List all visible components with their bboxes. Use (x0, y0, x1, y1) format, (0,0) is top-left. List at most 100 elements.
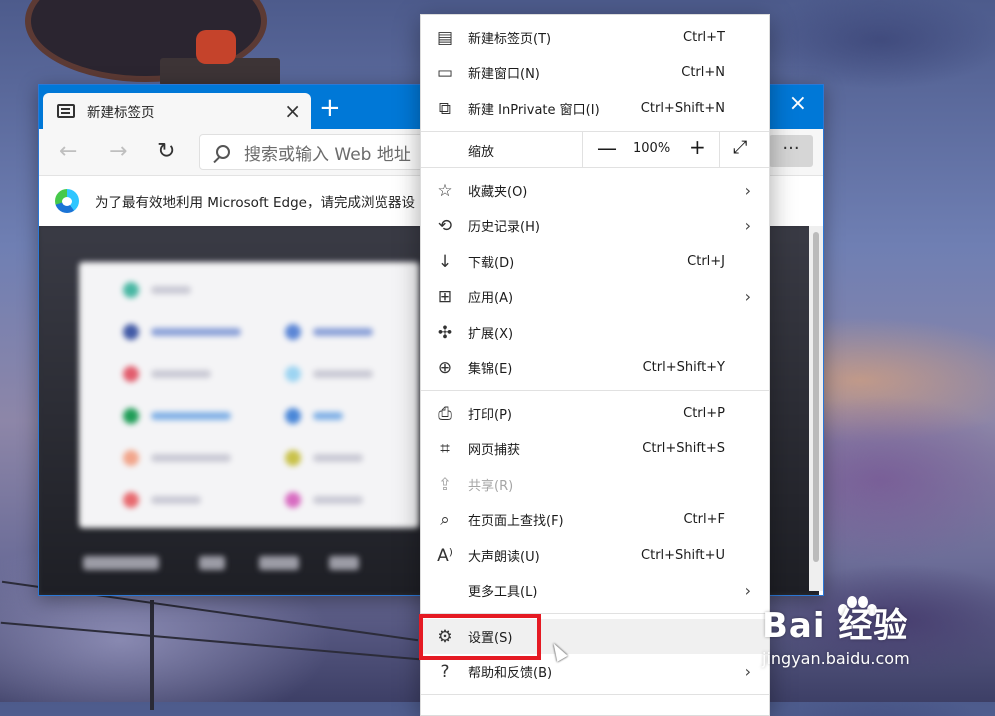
chevron-right-icon: › (744, 662, 751, 681)
watermark-brand: Bai 经验 (762, 606, 909, 646)
menu-item-share[interactable]: ⇪ 共享(R) (421, 467, 769, 502)
highlight-box-settings (419, 614, 541, 660)
menu-item-label: 网页捕获 (468, 443, 521, 458)
menu-item-more-tools[interactable]: 更多工具(L) › (421, 573, 769, 608)
menu-item-label: 新建窗口(N) (468, 67, 540, 82)
page-scrollbar[interactable] (809, 226, 823, 591)
menu-divider (421, 167, 769, 168)
refresh-button[interactable]: ↻ (157, 139, 175, 164)
share-icon: ⇪ (437, 474, 453, 495)
print-icon: ⎙ (438, 403, 452, 424)
edge-logo-icon (55, 189, 79, 213)
menu-item-label: 新建 InPrivate 窗口(I) (468, 103, 600, 118)
new-tab-icon: ▤ (436, 27, 454, 48)
history-icon: ⟲ (437, 215, 453, 236)
new-window-icon: ▭ (436, 62, 454, 83)
menu-item-label: 扩展(X) (468, 327, 514, 342)
quick-link-label (151, 328, 241, 336)
menu-item-shortcut: Ctrl+T (683, 30, 725, 45)
menu-item-find-on-page[interactable]: ⌕ 在页面上查找(F) Ctrl+F (421, 502, 769, 537)
settings-and-more-menu: ▤ 新建标签页(T) Ctrl+T ▭ 新建窗口(N) Ctrl+N ⧉ 新建 … (420, 14, 770, 716)
page-footer-link (83, 556, 159, 570)
apps-icon: ⊞ (437, 286, 453, 307)
menu-item-new-inprivate-window[interactable]: ⧉ 新建 InPrivate 窗口(I) Ctrl+Shift+N (421, 91, 769, 126)
menu-divider (421, 694, 769, 695)
zoom-in-button[interactable]: + (689, 135, 706, 159)
download-icon: ↓ (437, 251, 453, 272)
wallpaper-wire (0, 621, 420, 661)
quick-link-label (313, 370, 373, 378)
menu-item-shortcut: Ctrl+Shift+Y (642, 360, 725, 375)
favorites-icon: ☆ (437, 180, 453, 201)
find-on-page-icon: ⌕ (440, 509, 450, 530)
menu-item-label: 下载(D) (468, 256, 515, 271)
quick-link-label (313, 454, 363, 462)
chevron-right-icon: › (744, 581, 751, 600)
new-tab-page-icon (57, 104, 75, 118)
menu-item-apps[interactable]: ⊞ 应用(A) › (421, 279, 769, 314)
page-footer-link (259, 556, 299, 570)
menu-item-downloads[interactable]: ↓ 下载(D) Ctrl+J (421, 244, 769, 279)
address-placeholder[interactable]: 搜索或输入 Web 地址 (244, 140, 411, 165)
zoom-out-button[interactable]: — (597, 136, 617, 160)
menu-item-web-capture[interactable]: ⌗ 网页捕获 Ctrl+Shift+S (421, 431, 769, 466)
menu-item-label: 新建标签页(T) (468, 32, 552, 47)
chevron-right-icon: › (744, 287, 751, 306)
quick-link-tile (285, 366, 301, 382)
menu-item-extensions[interactable]: ✣ 扩展(X) (421, 315, 769, 350)
help-icon: ? (440, 661, 450, 682)
menu-item-shortcut: Ctrl+P (683, 406, 725, 421)
quick-link-tile (123, 492, 139, 508)
read-aloud-icon: A⁾ (437, 545, 453, 566)
info-bar-text: 为了最有效地利用 Microsoft Edge，请完成浏览器设 (95, 195, 415, 211)
quick-link-tile (123, 408, 139, 424)
web-capture-icon: ⌗ (440, 438, 450, 459)
menu-item-shortcut: Ctrl+J (687, 254, 725, 269)
close-window-icon[interactable]: × (789, 91, 807, 116)
forward-button[interactable]: → (109, 139, 127, 164)
settings-and-more-button[interactable]: ··· (769, 135, 813, 167)
menu-item-label: 帮助和反馈(B) (468, 666, 553, 681)
menu-item-new-window[interactable]: ▭ 新建窗口(N) Ctrl+N (421, 55, 769, 90)
menu-divider (421, 390, 769, 391)
quick-link-label (313, 328, 373, 336)
menu-item-label: 大声朗读(U) (468, 550, 540, 565)
quick-links-panel (79, 262, 419, 528)
menu-item-label: 收藏夹(O) (468, 185, 528, 200)
page-footer-link (199, 556, 225, 570)
menu-item-label: 打印(P) (468, 408, 512, 423)
menu-item-collections[interactable]: ⊕ 集锦(E) Ctrl+Shift+Y (421, 350, 769, 385)
menu-item-shortcut: Ctrl+Shift+N (640, 101, 725, 116)
zoom-label: 缩放 (468, 145, 495, 160)
zoom-row: 缩放 — 100% + ⤢ (421, 132, 769, 167)
baidu-jingyan-watermark: Bai 经验 jingyan.baidu.com (762, 598, 910, 668)
back-button[interactable]: ← (59, 139, 77, 164)
new-tab-button[interactable]: + (319, 95, 341, 121)
tab-title: 新建标签页 (87, 105, 155, 121)
menu-item-read-aloud[interactable]: A⁾ 大声朗读(U) Ctrl+Shift+U (421, 538, 769, 573)
menu-item-history[interactable]: ⟲ 历史记录(H) › (421, 208, 769, 243)
menu-item-print[interactable]: ⎙ 打印(P) Ctrl+P (421, 396, 769, 431)
close-tab-icon[interactable]: × (284, 99, 301, 123)
menu-item-shortcut: Ctrl+Shift+U (641, 548, 725, 563)
wallpaper-lamp (196, 30, 236, 64)
quick-link-tile (285, 408, 301, 424)
quick-link-label (151, 286, 191, 294)
menu-item-favorites[interactable]: ☆ 收藏夹(O) › (421, 173, 769, 208)
quick-link-tile (123, 450, 139, 466)
fullscreen-icon[interactable]: ⤢ (733, 137, 747, 158)
page-footer-link (329, 556, 359, 570)
tab-new-tab[interactable]: 新建标签页 × (43, 93, 311, 129)
watermark-url: jingyan.baidu.com (762, 649, 910, 668)
quick-link-label (151, 454, 231, 462)
quick-link-tile (285, 324, 301, 340)
quick-link-label (313, 496, 363, 504)
menu-item-shortcut: Ctrl+Shift+S (642, 441, 725, 456)
quick-link-label (151, 370, 211, 378)
search-icon (216, 145, 230, 159)
menu-item-label: 历史记录(H) (468, 220, 540, 235)
menu-item-shortcut: Ctrl+F (683, 512, 725, 527)
quick-link-tile (285, 450, 301, 466)
menu-item-new-tab[interactable]: ▤ 新建标签页(T) Ctrl+T (421, 20, 769, 55)
chevron-right-icon: › (744, 181, 751, 200)
